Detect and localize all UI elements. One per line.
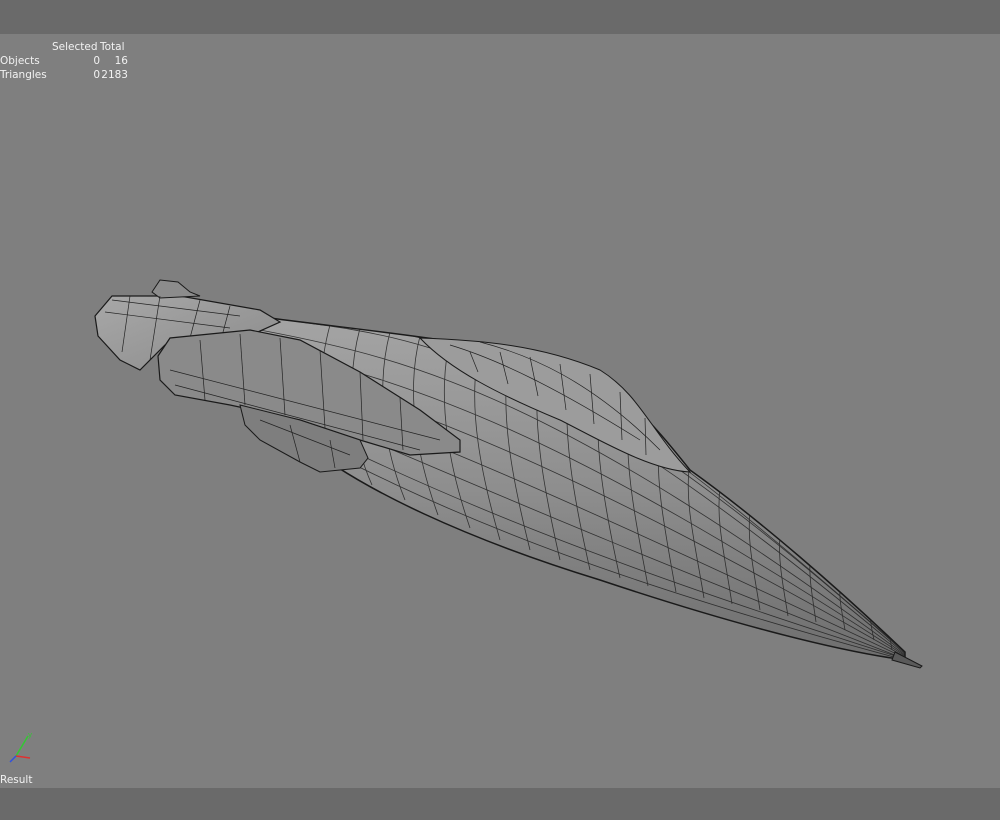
stats-total-value: 2183 — [101, 69, 128, 81]
header-total: Total — [100, 41, 125, 53]
top-bar — [0, 0, 1000, 34]
viewport-label: Result — [0, 774, 33, 786]
svg-text:y: y — [28, 731, 32, 739]
stats-selected-value: 0 — [93, 55, 100, 67]
spaceship-mesh[interactable] — [0, 34, 1000, 788]
nose-tip — [891, 651, 923, 669]
stats-row-triangles: Triangles 0 2183 — [0, 68, 132, 82]
bottom-bar — [0, 788, 1000, 820]
scene-stats-panel: Selected Total Objects 0 16 Triangles 0 … — [0, 40, 132, 82]
header-selected: Selected — [52, 41, 98, 53]
stats-label: Objects — [0, 55, 40, 67]
stats-row-objects: Objects 0 16 — [0, 54, 132, 68]
stats-header: Selected Total — [0, 40, 132, 54]
stats-total-value: 16 — [114, 55, 128, 67]
xyz-axis-icon: y — [9, 731, 32, 763]
stats-label: Triangles — [0, 69, 47, 81]
3d-viewport[interactable]: Selected Total Objects 0 16 Triangles 0 … — [0, 34, 1000, 788]
stats-selected-value: 0 — [93, 69, 100, 81]
